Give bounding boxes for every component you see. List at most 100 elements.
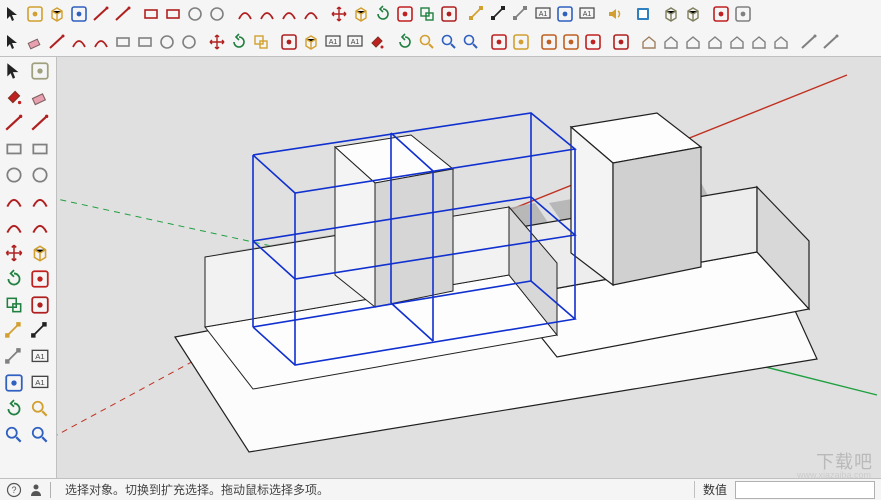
house5-icon[interactable]	[726, 31, 748, 53]
scale-icon[interactable]	[2, 293, 26, 317]
rect-tool-icon[interactable]	[112, 31, 134, 53]
line-icon[interactable]	[2, 111, 26, 135]
arc3-icon[interactable]	[2, 215, 26, 239]
text-tool-icon[interactable]: A1	[322, 31, 344, 53]
zoomext-icon[interactable]	[28, 423, 52, 447]
section2-icon[interactable]	[732, 3, 754, 25]
look-icon[interactable]	[510, 31, 532, 53]
pushpull-icon[interactable]	[350, 3, 372, 25]
arc2-icon[interactable]	[256, 3, 278, 25]
pushpull-tool-icon[interactable]	[300, 31, 322, 53]
rect-icon[interactable]	[2, 137, 26, 161]
protractor-icon[interactable]	[2, 345, 26, 369]
rotate-icon[interactable]	[372, 3, 394, 25]
polygon-icon[interactable]	[28, 163, 52, 187]
move-tool-icon[interactable]	[206, 31, 228, 53]
arc4-icon[interactable]	[300, 3, 322, 25]
select-icon[interactable]	[2, 31, 24, 53]
component1-icon[interactable]	[538, 31, 560, 53]
freehand2-icon[interactable]	[112, 3, 134, 25]
rect2-icon[interactable]	[162, 3, 184, 25]
component2-icon[interactable]	[560, 31, 582, 53]
pie-icon[interactable]	[28, 215, 52, 239]
camera-icon[interactable]	[24, 3, 46, 25]
person-icon[interactable]	[28, 482, 44, 498]
protractor-icon[interactable]	[510, 3, 532, 25]
orbit-icon[interactable]	[2, 397, 26, 421]
sound-icon[interactable]	[604, 3, 626, 25]
house2-icon[interactable]	[660, 31, 682, 53]
arc2-icon[interactable]	[28, 189, 52, 213]
rect-icon[interactable]	[140, 3, 162, 25]
eraser-icon[interactable]	[28, 85, 52, 109]
3dtext-icon[interactable]: A1	[576, 3, 598, 25]
circle2-icon[interactable]	[206, 3, 228, 25]
axes-icon[interactable]	[554, 3, 576, 25]
tape-icon[interactable]	[2, 319, 26, 343]
scale-icon[interactable]	[416, 3, 438, 25]
zoom-icon[interactable]	[2, 423, 26, 447]
rotate-tool-icon[interactable]	[228, 31, 250, 53]
followme-icon[interactable]	[394, 3, 416, 25]
pan-icon[interactable]	[28, 397, 52, 421]
box-icon[interactable]	[46, 3, 68, 25]
help-icon[interactable]: ?	[6, 482, 22, 498]
3dtext-tool-icon[interactable]: A1	[344, 31, 366, 53]
outliner2-icon[interactable]	[820, 31, 842, 53]
freehand-icon[interactable]	[28, 111, 52, 135]
move-icon[interactable]	[328, 3, 350, 25]
offset-tool-icon[interactable]	[278, 31, 300, 53]
select-icon[interactable]	[2, 59, 26, 83]
move-icon[interactable]	[2, 241, 26, 265]
line-icon[interactable]	[46, 31, 68, 53]
rotate-icon[interactable]	[2, 267, 26, 291]
arc-tool-icon[interactable]	[68, 31, 90, 53]
arc-icon[interactable]	[2, 189, 26, 213]
circle-icon[interactable]	[184, 3, 206, 25]
paint-bucket-icon[interactable]	[2, 85, 26, 109]
3d-viewport[interactable]: 下载吧 www.xiazaiba.com	[57, 57, 881, 478]
text-icon[interactable]: A1	[532, 3, 554, 25]
arc-icon[interactable]	[234, 3, 256, 25]
outliner-icon[interactable]	[798, 31, 820, 53]
circle-icon[interactable]	[2, 163, 26, 187]
arc-tool2-icon[interactable]	[90, 31, 112, 53]
house3-icon[interactable]	[682, 31, 704, 53]
ruby-icon[interactable]	[610, 31, 632, 53]
text-icon[interactable]: A1	[28, 345, 52, 369]
solid2-icon[interactable]	[682, 3, 704, 25]
arc3-icon[interactable]	[278, 3, 300, 25]
dimension-icon[interactable]	[488, 3, 510, 25]
zoomext-icon[interactable]	[460, 31, 482, 53]
rect-rot-icon[interactable]	[28, 137, 52, 161]
followme-icon[interactable]	[28, 267, 52, 291]
house6-icon[interactable]	[748, 31, 770, 53]
eraser-icon[interactable]	[24, 31, 46, 53]
zoom-icon[interactable]	[438, 31, 460, 53]
value-input[interactable]	[735, 481, 875, 499]
tape-icon[interactable]	[466, 3, 488, 25]
solid-icon[interactable]	[660, 3, 682, 25]
section-icon[interactable]	[710, 3, 732, 25]
house4-icon[interactable]	[704, 31, 726, 53]
3dtext-icon[interactable]: A1	[28, 371, 52, 395]
component3-icon[interactable]	[582, 31, 604, 53]
scale-tool-icon[interactable]	[250, 31, 272, 53]
pushpull-icon[interactable]	[28, 241, 52, 265]
orbit-icon[interactable]	[394, 31, 416, 53]
freehand-icon[interactable]	[90, 3, 112, 25]
paint-icon[interactable]	[366, 31, 388, 53]
info-icon[interactable]	[68, 3, 90, 25]
book-icon[interactable]	[632, 3, 654, 25]
offset-icon[interactable]	[28, 293, 52, 317]
dimension-icon[interactable]	[28, 319, 52, 343]
offset-icon[interactable]	[438, 3, 460, 25]
select-arrow-icon[interactable]	[2, 3, 24, 25]
pan-icon[interactable]	[416, 31, 438, 53]
axes-icon[interactable]	[2, 371, 26, 395]
rect-tool2-icon[interactable]	[134, 31, 156, 53]
walk-icon[interactable]	[488, 31, 510, 53]
house7-icon[interactable]	[770, 31, 792, 53]
circle-tool-icon[interactable]	[156, 31, 178, 53]
house1-icon[interactable]	[638, 31, 660, 53]
